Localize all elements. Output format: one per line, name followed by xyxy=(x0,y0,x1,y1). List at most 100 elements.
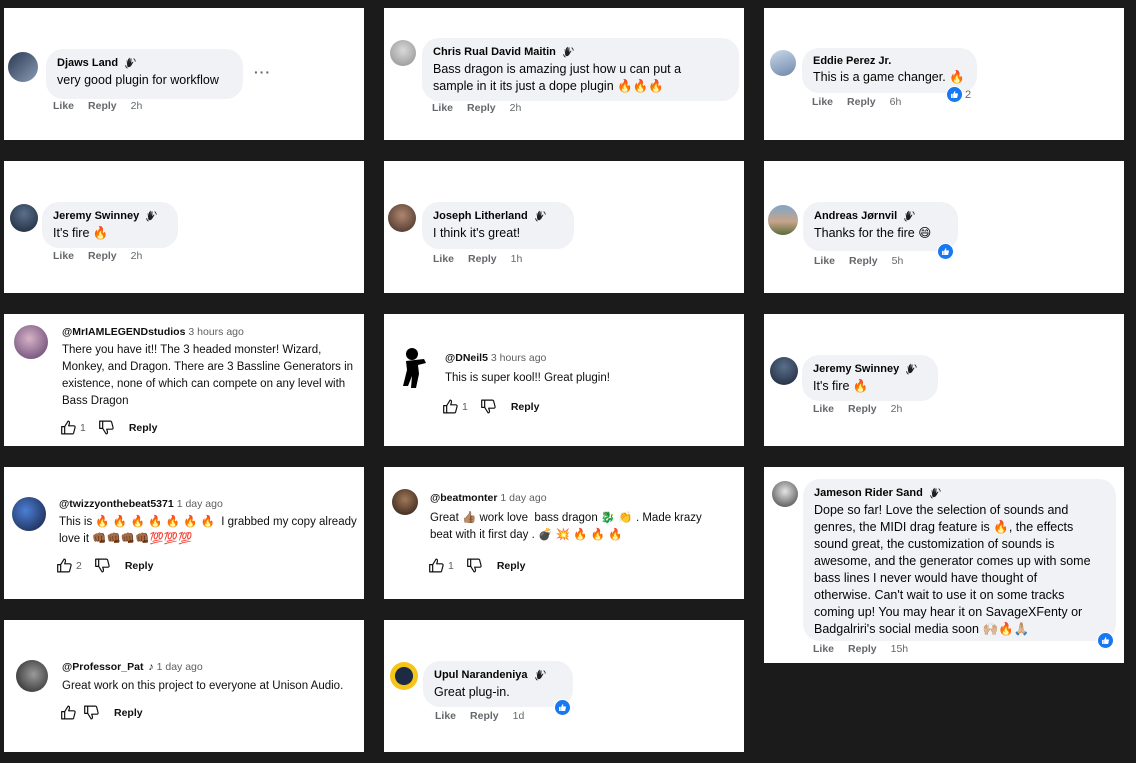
reply-button[interactable]: Reply xyxy=(470,710,499,722)
reaction-count[interactable] xyxy=(1097,632,1114,649)
thumbs-down-icon[interactable] xyxy=(83,704,100,721)
like-button[interactable]: Like xyxy=(435,710,456,722)
timestamp[interactable]: 1h xyxy=(511,253,523,265)
timestamp[interactable]: 2h xyxy=(510,102,522,114)
timestamp[interactable]: 1 day ago xyxy=(157,661,203,673)
author-name[interactable]: Jeremy Swinney xyxy=(813,362,927,376)
reply-button[interactable]: Reply xyxy=(467,102,496,114)
thumbs-down-icon[interactable] xyxy=(98,419,115,436)
like-button[interactable]: Like xyxy=(813,403,834,415)
like-button[interactable]: Like xyxy=(53,250,74,262)
author-name[interactable]: Upul Narandeniya xyxy=(434,668,562,682)
thumbs-up-icon[interactable] xyxy=(428,557,445,574)
avatar[interactable] xyxy=(770,357,798,385)
reaction-count[interactable] xyxy=(554,699,571,716)
like-button[interactable]: Like xyxy=(53,100,74,112)
timestamp[interactable]: 15h xyxy=(891,643,909,655)
timestamp[interactable]: 5h xyxy=(892,255,904,267)
timestamp[interactable]: 3 hours ago xyxy=(491,352,546,364)
author-handle[interactable]: @DNeil5 xyxy=(445,352,488,364)
like-count: 2 xyxy=(76,559,82,572)
author-name-text[interactable]: Andreas Jørnvil xyxy=(814,210,897,222)
reply-button[interactable]: Reply xyxy=(497,560,526,572)
avatar[interactable] xyxy=(12,497,46,531)
timestamp[interactable]: 2h xyxy=(891,403,903,415)
author-name[interactable]: Andreas Jørnvil xyxy=(814,209,947,223)
avatar[interactable] xyxy=(772,481,798,507)
avatar[interactable] xyxy=(390,40,416,66)
reply-button[interactable]: Reply xyxy=(849,255,878,267)
reaction-count[interactable] xyxy=(937,243,954,260)
reply-button[interactable]: Reply xyxy=(847,96,876,108)
reaction-count[interactable]: 2 xyxy=(946,86,971,103)
timestamp[interactable]: 6h xyxy=(890,96,902,108)
author-name-text[interactable]: Joseph Litherland xyxy=(433,210,528,222)
thumbs-up-icon[interactable] xyxy=(60,419,77,436)
author-name-text[interactable]: Jeremy Swinney xyxy=(53,210,139,222)
reply-button[interactable]: Reply xyxy=(468,253,497,265)
avatar[interactable] xyxy=(392,489,418,515)
like-button[interactable]: Like xyxy=(814,255,835,267)
reply-button[interactable]: Reply xyxy=(88,100,117,112)
comment-text: This is a game changer. 🔥 xyxy=(813,70,965,84)
timestamp[interactable]: 1 day ago xyxy=(177,498,223,510)
like-button[interactable]: Like xyxy=(812,96,833,108)
author-name-text[interactable]: Eddie Perez Jr. xyxy=(813,55,891,67)
author-name-text[interactable]: Upul Narandeniya xyxy=(434,669,528,681)
avatar[interactable] xyxy=(770,50,796,76)
thumbs-up-icon[interactable] xyxy=(60,704,77,721)
reply-button[interactable]: Reply xyxy=(88,250,117,262)
comment-bubble: Jameson Rider Sand Dope so far! Love the… xyxy=(803,479,1116,641)
reply-button[interactable]: Reply xyxy=(129,422,158,434)
reply-button[interactable]: Reply xyxy=(848,403,877,415)
like-reaction-icon xyxy=(937,243,954,260)
avatar[interactable] xyxy=(16,660,48,692)
comment-actions: Like Reply 2h xyxy=(53,250,142,262)
avatar[interactable] xyxy=(10,204,38,232)
timestamp[interactable]: 2h xyxy=(131,100,143,112)
comment-card-10: @twizzyonthebeat5371 1 day ago This is 🔥 … xyxy=(4,467,364,599)
thumbs-up-icon[interactable] xyxy=(442,398,459,415)
author-name-text[interactable]: Djaws Land xyxy=(57,57,118,69)
author-name[interactable]: Chris Rual David Maitin xyxy=(433,45,728,59)
like-button[interactable]: Like xyxy=(813,643,834,655)
thumbs-up-icon[interactable] xyxy=(56,557,73,574)
thumbs-down-icon[interactable] xyxy=(466,557,483,574)
author-name-text[interactable]: Chris Rual David Maitin xyxy=(433,46,556,58)
thumbs-down-icon[interactable] xyxy=(94,557,111,574)
like-reaction-icon xyxy=(946,86,963,103)
reply-button[interactable]: Reply xyxy=(848,643,877,655)
comment-text: Great plug-in. xyxy=(434,685,510,699)
reply-button[interactable]: Reply xyxy=(125,560,154,572)
timestamp[interactable]: 1d xyxy=(513,710,525,722)
like-button[interactable]: Like xyxy=(433,253,454,265)
author-name[interactable]: Eddie Perez Jr. xyxy=(813,55,966,67)
author-name[interactable]: Jameson Rider Sand xyxy=(814,486,1105,500)
author-name[interactable]: Jeremy Swinney xyxy=(53,209,167,223)
timestamp[interactable]: 3 hours ago xyxy=(188,326,243,338)
author-handle[interactable]: @beatmonter xyxy=(430,492,497,504)
timestamp[interactable]: 2h xyxy=(131,250,143,262)
author-handle[interactable]: @twizzyonthebeat5371 xyxy=(59,498,174,510)
thumbs-down-icon[interactable] xyxy=(480,398,497,415)
comment-actions: Like Reply 1h xyxy=(433,253,522,265)
avatar[interactable] xyxy=(8,52,38,82)
timestamp[interactable]: 1 day ago xyxy=(500,492,546,504)
author-name-text[interactable]: Jameson Rider Sand xyxy=(814,487,923,499)
reply-button[interactable]: Reply xyxy=(511,401,540,413)
avatar[interactable] xyxy=(394,344,434,390)
avatar[interactable] xyxy=(390,662,418,690)
more-options-icon[interactable]: ··· xyxy=(254,64,271,80)
avatar[interactable] xyxy=(388,204,416,232)
avatar[interactable] xyxy=(14,325,48,359)
author-handle[interactable]: @MrIAMLEGENDstudios xyxy=(62,326,185,338)
avatar[interactable] xyxy=(768,205,798,235)
author-name[interactable]: Joseph Litherland xyxy=(433,209,563,223)
reply-button[interactable]: Reply xyxy=(114,707,143,719)
author-name-text[interactable]: Jeremy Swinney xyxy=(813,363,899,375)
comment-bubble: Andreas Jørnvil Thanks for the fire 😄 xyxy=(803,202,958,251)
author-handle[interactable]: @Professor_Pat xyxy=(62,661,143,673)
comment-card-9: Jeremy Swinney It's fire 🔥 Like Reply 2h xyxy=(764,314,1124,446)
like-button[interactable]: Like xyxy=(432,102,453,114)
author-name[interactable]: Djaws Land xyxy=(57,56,232,70)
